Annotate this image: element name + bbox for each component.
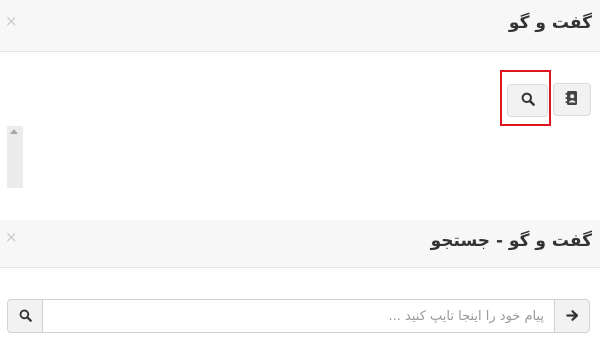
- chat-widget: × گفت و گو × گفت و گو - جستجو پیام خود ر…: [0, 0, 600, 364]
- search-panel-header: × گفت و گو - جستجو: [0, 220, 600, 268]
- search-panel-title: گفت و گو - جستجو: [430, 231, 592, 251]
- address-book-icon: [565, 90, 579, 110]
- close-icon[interactable]: ×: [5, 230, 18, 245]
- close-icon[interactable]: ×: [5, 14, 18, 29]
- search-messages-button[interactable]: [7, 299, 43, 333]
- scroll-up-icon[interactable]: [10, 129, 18, 134]
- contacts-button[interactable]: [553, 83, 591, 116]
- chat-panel-header: × گفت و گو: [0, 0, 600, 52]
- chat-panel-title: گفت و گو: [508, 13, 592, 33]
- send-button[interactable]: [554, 299, 590, 333]
- search-button-highlight: [500, 70, 551, 126]
- search-icon: [19, 307, 32, 326]
- arrow-right-icon: [565, 307, 579, 326]
- message-bar: [7, 299, 590, 333]
- message-list-scrollbar[interactable]: [7, 126, 23, 188]
- message-input[interactable]: [42, 299, 555, 333]
